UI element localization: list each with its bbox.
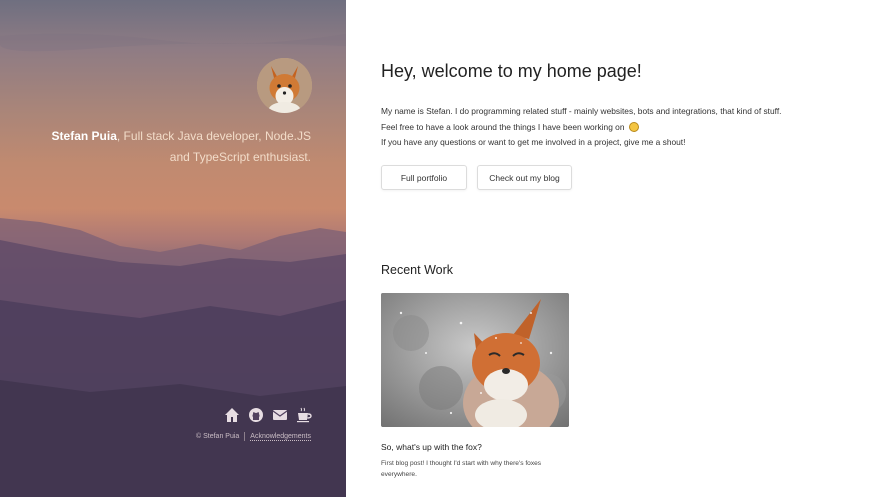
- avatar: [257, 58, 312, 113]
- copyright-text: © Stefan Puia: [196, 433, 240, 440]
- home-icon[interactable]: [224, 407, 240, 423]
- mail-icon[interactable]: [272, 407, 288, 423]
- tagline-text: , Full stack Java developer, Node.JS and…: [116, 129, 311, 164]
- coffee-icon[interactable]: [296, 407, 312, 423]
- fox-photo-icon: [381, 293, 569, 427]
- footer-divider: [244, 432, 246, 441]
- fox-avatar-icon: [257, 58, 312, 113]
- blog-post-title[interactable]: So, what's up with the fox?: [381, 442, 482, 452]
- intro-line-with-emoji: Feel free to have a look around the thin…: [381, 120, 782, 136]
- social-links: [224, 407, 312, 423]
- full-portfolio-button[interactable]: Full portfolio: [381, 165, 467, 190]
- blog-button[interactable]: Check out my blog: [477, 165, 572, 190]
- fox-blog-image[interactable]: [381, 293, 569, 427]
- page-title: Hey, welcome to my home page!: [381, 61, 642, 81]
- author-name: Stefan Puia: [51, 129, 117, 143]
- sidebar: Stefan Puia, Full stack Java developer, …: [0, 0, 346, 497]
- intro-line: If you have any questions or want to get…: [381, 137, 686, 147]
- grin-emoji-icon: [628, 121, 639, 132]
- sidebar-footer: © Stefan Puia Acknowledgements: [196, 432, 311, 441]
- intro-line: Feel free to have a look around the thin…: [381, 121, 625, 132]
- github-icon[interactable]: [248, 407, 264, 423]
- sidebar-tagline: Stefan Puia, Full stack Java developer, …: [31, 126, 311, 168]
- intro-text: My name is Stefan. I do programming rela…: [381, 104, 782, 151]
- main-content: Hey, welcome to my home page! My name is…: [381, 0, 885, 497]
- intro-line: My name is Stefan. I do programming rela…: [381, 106, 782, 116]
- blog-post-description: First blog post! I thought I'd start wit…: [381, 460, 542, 478]
- recent-work-title: Recent Work: [381, 263, 454, 277]
- acknowledgements-link[interactable]: Acknowledgements: [250, 433, 311, 441]
